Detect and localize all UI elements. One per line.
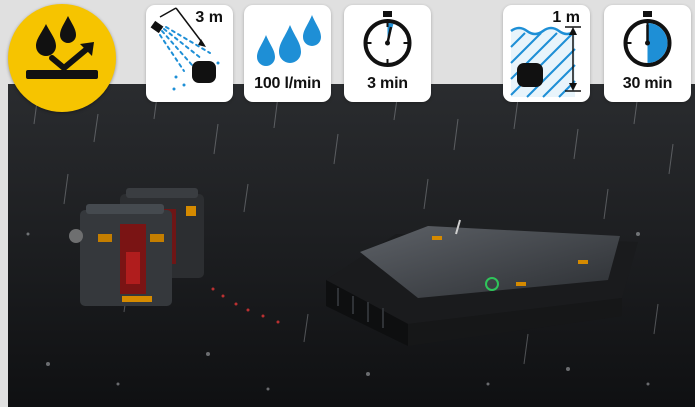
immersion-depth-tile: 1 m — [503, 5, 590, 102]
spray-distance-label: 3 m — [195, 9, 223, 26]
laser-receiver-front — [69, 204, 172, 306]
water-resistance-badge — [8, 4, 116, 112]
flow-rate-label: 100 l/min — [254, 75, 321, 92]
immersion-duration-label: 30 min — [622, 75, 673, 92]
water-resistance-badge-icon — [26, 16, 98, 79]
spray-duration-label: 3 min — [367, 75, 408, 92]
rain-product-photo — [8, 84, 695, 407]
immersion-depth-label: 1 m — [552, 9, 580, 26]
flow-rate-tile: 100 l/min — [244, 5, 331, 102]
spray-duration-tile: 3 min — [344, 5, 431, 102]
product-feature-banner: 3 m 100 l/min 3 min 1 m 30 min — [0, 0, 695, 407]
photo-scene — [8, 84, 695, 407]
spray-distance-tile: 3 m — [146, 5, 233, 102]
immersion-duration-tile: 30 min — [604, 5, 691, 102]
